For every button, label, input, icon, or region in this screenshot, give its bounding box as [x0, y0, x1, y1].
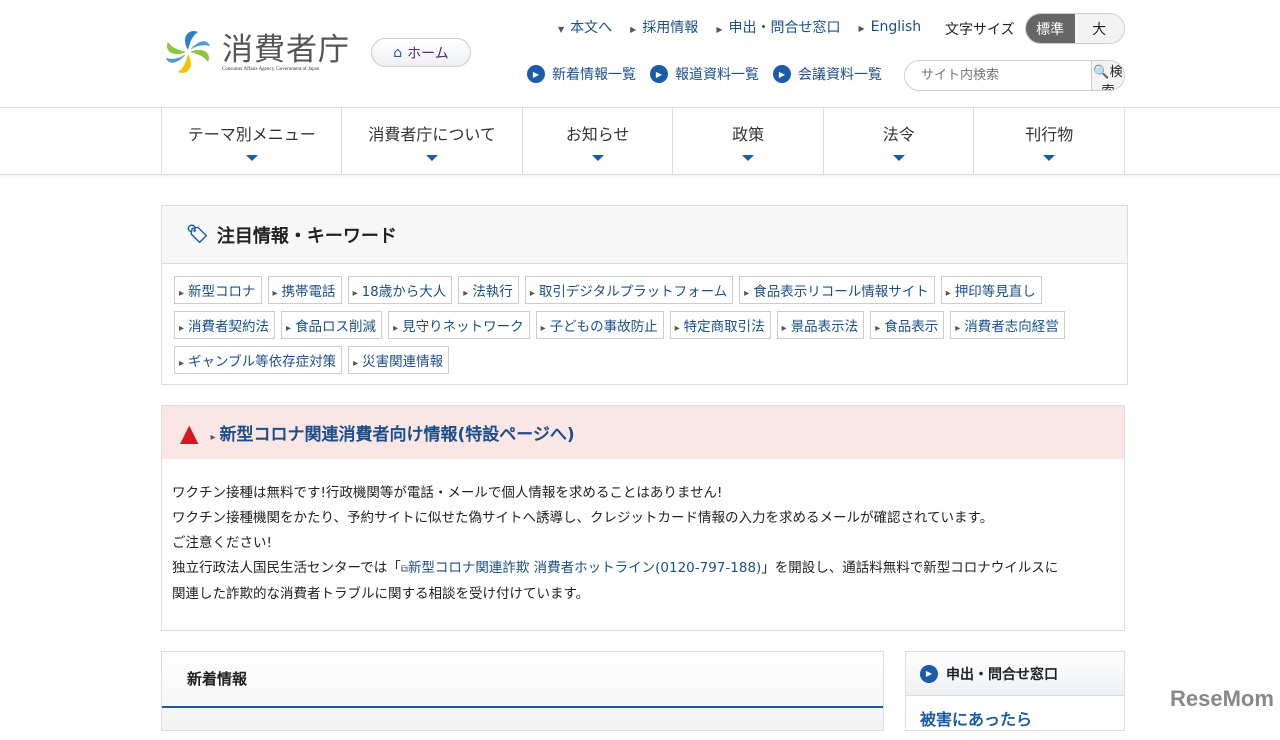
keyword-tag[interactable]: 食品表示リコール情報サイト	[739, 276, 935, 304]
link-label: 報道資料一覧	[675, 67, 759, 83]
keyword-tags: 新型コロナ携帯電話18歳から大人法執行取引デジタルプラットフォーム食品表示リコー…	[162, 264, 1112, 386]
chevron-down-icon	[591, 155, 604, 161]
triangle-right-icon: ▶	[630, 25, 637, 34]
triangle-right-icon: ▶	[716, 25, 723, 34]
font-size-label: 文字サイズ	[945, 21, 1015, 38]
chevron-down-icon	[245, 155, 258, 161]
nav-label: 消費者庁について	[368, 125, 496, 144]
alert-text: ワクチン接種は無料です!行政機関等が電話・メールで個人情報を求めることはありませ…	[172, 485, 723, 501]
nav-law[interactable]: 法令	[824, 108, 975, 174]
alert-text: 関連した詐欺的な消費者トラブルに関する相談を受け付けています。	[172, 586, 590, 602]
alert-text: ワクチン接種機関をかたり、予約サイトに似せた偽サイトへ誘導し、クレジットカード情…	[172, 510, 994, 526]
search-button[interactable]: 🔍検索	[1091, 61, 1124, 90]
top-links: ▼ 本文へ ▶ 採用情報 ▶ 申出・問合せ窓口 ▶ English	[558, 17, 921, 37]
logo-title: 消費者庁	[222, 31, 350, 68]
keyword-tag[interactable]: 法執行	[458, 276, 519, 304]
header: 消費者庁 Consumer Affairs Agency, Government…	[0, 0, 1280, 108]
link-label: 採用情報	[642, 20, 699, 36]
link-label: 会議資料一覧	[798, 67, 882, 83]
english-link[interactable]: ▶ English	[858, 19, 921, 35]
contact-link[interactable]: ▶ 申出・問合せ窓口	[716, 17, 840, 37]
covid-alert-panel: ▲ 新型コロナ関連消費者向け情報(特設ページへ) ワクチン接種は無料です!行政機…	[161, 405, 1125, 631]
chevron-down-icon	[1043, 155, 1056, 161]
chevron-down-icon	[742, 155, 755, 161]
logo[interactable]: 消費者庁 Consumer Affairs Agency, Government…	[160, 26, 350, 78]
keyword-tag[interactable]: 18歳から大人	[347, 276, 453, 304]
keyword-tag[interactable]: 特定商取引法	[669, 311, 771, 339]
play-circle-icon: ▶	[920, 664, 938, 683]
keywords-title: 注目情報・キーワード	[216, 225, 397, 247]
nav-label: お知らせ	[565, 125, 630, 144]
nav-news[interactable]: お知らせ	[523, 108, 674, 174]
contact-title: 申出・問合せ窓口	[946, 666, 1058, 683]
keyword-tag[interactable]: 食品ロス削減	[281, 311, 383, 339]
skip-to-content-link[interactable]: ▼ 本文へ	[558, 17, 612, 37]
triangle-down-icon: ▼	[558, 25, 565, 34]
nav-label: テーマ別メニュー	[187, 125, 316, 144]
keyword-tag[interactable]: 子どもの事故防止	[535, 311, 664, 339]
tag-icon: 🏷	[186, 224, 209, 245]
alert-text: 独立行政法人国民生活センターでは「	[172, 560, 401, 576]
keyword-tag[interactable]: 消費者志向経営	[950, 311, 1065, 339]
link-label: 新着情報一覧	[552, 67, 636, 83]
play-circle-icon: ▶	[773, 65, 791, 83]
hotline-link[interactable]: 新型コロナ関連詐欺 消費者ホットライン(0120-797-188)	[408, 560, 761, 576]
news-panel: 新着情報	[161, 651, 884, 731]
damage-link[interactable]: 被害にあったら	[906, 696, 1124, 740]
keyword-tag[interactable]: 新型コロナ	[174, 276, 262, 304]
search-input[interactable]	[905, 61, 1091, 90]
chevron-down-icon	[892, 155, 905, 161]
link-label: 申出・問合せ窓口	[728, 20, 841, 36]
covid-special-page-link[interactable]: 新型コロナ関連消費者向け情報(特設ページへ)	[210, 420, 575, 445]
triangle-right-icon: ▶	[858, 24, 865, 33]
keyword-tag[interactable]: 災害関連情報	[348, 346, 450, 374]
nav-theme-menu[interactable]: テーマ別メニュー	[162, 108, 343, 174]
home-label: ホーム	[407, 45, 449, 62]
meeting-docs-list-link[interactable]: ▶ 会議資料一覧	[773, 64, 882, 84]
font-size-standard-button[interactable]: 標準	[1025, 14, 1075, 43]
search-icon: 🔍	[1093, 65, 1110, 80]
news-title: 新着情報	[162, 652, 883, 708]
nav-label: 法令	[882, 125, 915, 144]
font-size-switcher: 文字サイズ 標準 大	[945, 13, 1125, 44]
alert-text: ご注意ください!	[172, 535, 272, 551]
keyword-tag[interactable]: 景品表示法	[776, 311, 865, 339]
recruit-link[interactable]: ▶ 採用情報	[630, 17, 698, 37]
nav-policy[interactable]: 政策	[673, 108, 824, 174]
keyword-tag[interactable]: 食品表示	[870, 311, 945, 339]
alert-text: 」を開設し、通話料無料で新型コロナウイルスに	[761, 560, 1059, 576]
global-nav: テーマ別メニュー 消費者庁について お知らせ 政策 法令 刊行物	[0, 108, 1280, 175]
link-label: 本文へ	[570, 20, 613, 36]
contact-panel: ▶ 申出・問合せ窓口 被害にあったら	[905, 651, 1125, 731]
play-circle-icon: ▶	[527, 65, 545, 83]
logo-mark-icon	[166, 30, 210, 74]
keyword-tag[interactable]: 消費者契約法	[174, 311, 276, 339]
keyword-tag[interactable]: ギャンブル等依存症対策	[174, 346, 343, 374]
watermark-logo: ReseMom	[1170, 686, 1274, 711]
keywords-panel: 🏷 注目情報・キーワード 新型コロナ携帯電話18歳から大人法執行取引デジタルプラッ…	[161, 205, 1128, 385]
new-info-list-link[interactable]: ▶ 新着情報一覧	[527, 64, 636, 84]
keyword-tag[interactable]: 押印等見直し	[940, 276, 1042, 304]
home-icon: ⌂	[393, 44, 403, 61]
home-button[interactable]: ⌂ ホーム	[371, 38, 471, 67]
press-release-list-link[interactable]: ▶ 報道資料一覧	[650, 64, 759, 84]
font-size-large-button[interactable]: 大	[1074, 14, 1124, 43]
nav-label: 政策	[732, 125, 765, 144]
chevron-down-icon	[426, 155, 439, 161]
site-search: 🔍検索	[904, 60, 1125, 91]
keyword-tag[interactable]: 見守りネットワーク	[388, 311, 530, 339]
keyword-tag[interactable]: 取引デジタルプラットフォーム	[524, 276, 734, 304]
sub-links: ▶ 新着情報一覧 ▶ 報道資料一覧 ▶ 会議資料一覧	[527, 64, 882, 84]
warning-icon: ▲	[180, 418, 199, 447]
nav-label: 刊行物	[1025, 125, 1074, 144]
play-circle-icon: ▶	[650, 65, 668, 83]
keyword-tag[interactable]: 携帯電話	[267, 276, 342, 304]
external-link-icon: ⧉	[400, 564, 408, 575]
link-label: English	[870, 19, 922, 35]
nav-about[interactable]: 消費者庁について	[342, 108, 523, 174]
nav-publications[interactable]: 刊行物	[974, 108, 1125, 174]
